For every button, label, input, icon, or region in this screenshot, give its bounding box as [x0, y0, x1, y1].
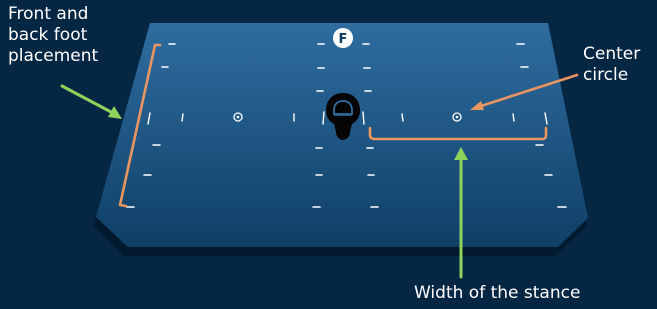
front-marker-text: F	[339, 32, 348, 47]
board-diagram: F	[60, 23, 588, 279]
center-circle-label: Center circle	[583, 44, 641, 85]
stance-width-label: Width of the stance	[414, 283, 581, 303]
front-marker-badge: F	[333, 28, 353, 48]
foot-placement-arrow	[60, 84, 122, 119]
foot-placement-label: Front and back foot placement	[8, 4, 99, 66]
